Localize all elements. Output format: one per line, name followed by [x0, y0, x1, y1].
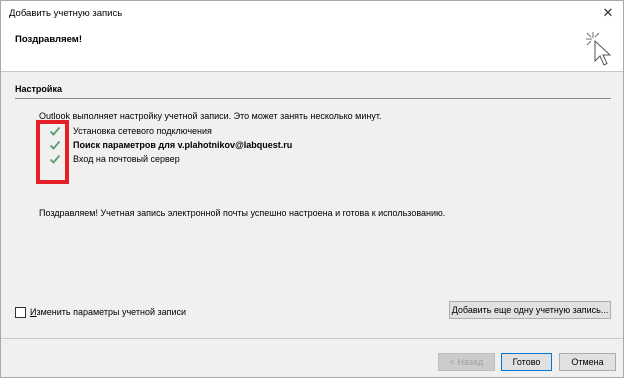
step-label: Установка сетевого подключения: [73, 126, 212, 136]
change-settings-checkbox[interactable]: [15, 307, 26, 318]
section-label: Настройка: [15, 84, 62, 94]
done-button[interactable]: Готово: [501, 353, 552, 371]
window-title: Добавить учетную запись: [9, 8, 123, 19]
close-button[interactable]: ✕: [599, 4, 617, 22]
section-rule: [15, 98, 611, 99]
change-settings-label-text: зменить параметры учетной записи: [36, 307, 187, 317]
cancel-button[interactable]: Отмена: [559, 353, 616, 371]
title-bar: Добавить учетную запись ✕: [1, 1, 623, 25]
step-label: Поиск параметров для v.plahotnikov@labqu…: [73, 140, 293, 150]
step-label: Вход на почтовый сервер: [73, 154, 180, 164]
success-message: Поздравляем! Учетная запись электронной …: [39, 208, 446, 218]
add-another-account-button[interactable]: Добавить еще одну учетную запись...: [449, 301, 611, 319]
add-another-account-label: обавить еще одну учетную запись...: [457, 305, 609, 315]
add-account-dialog: Добавить учетную запись ✕ Поздравляем! Н…: [0, 0, 624, 378]
change-settings-label[interactable]: Изменить параметры учетной записи: [30, 307, 186, 317]
back-button[interactable]: < Назад: [438, 353, 495, 371]
header-divider: [1, 71, 623, 72]
wizard-cursor-icon: [586, 32, 612, 66]
annotation-highlight-box: [36, 120, 69, 184]
page-title: Поздравляем!: [15, 34, 82, 45]
footer-divider: [1, 338, 623, 339]
wizard-header: Поздравляем!: [1, 25, 623, 71]
intro-text: Outlook выполняет настройку учетной запи…: [39, 111, 382, 121]
